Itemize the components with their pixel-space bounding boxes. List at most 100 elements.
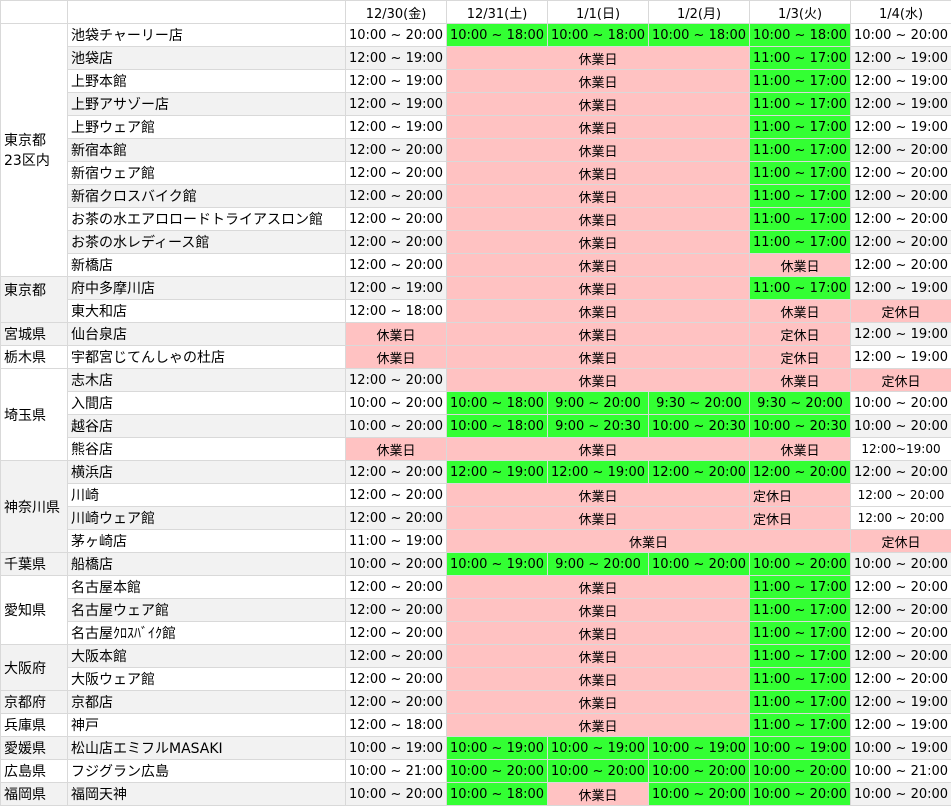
store-name: お茶の水レディース館: [67, 230, 346, 254]
hours-cell: 10:00 ~ 19:00: [749, 736, 851, 760]
store-name: 神戸: [67, 713, 346, 737]
hours-cell: 12:00 ~ 20:00: [345, 598, 447, 622]
closed-cell: 休業日: [749, 299, 851, 323]
closed-cell: 休業日: [345, 322, 447, 346]
closed-cell: 休業日: [446, 115, 750, 139]
hours-cell: 11:00 ~ 17:00: [749, 644, 851, 668]
hours-cell: 12:00 ~ 20:00: [345, 667, 447, 691]
closed-cell: 休業日: [446, 667, 750, 691]
table-row: 池袋店 12:00 ~ 19:00 休業日 11:00 ~ 17:00 12:0…: [1, 46, 951, 70]
hours-cell: 10:00 ~ 20:30: [648, 414, 750, 438]
hours-cell: 9:00 ~ 20:00: [547, 391, 649, 415]
prefecture-cell: 宮城県: [0, 322, 68, 346]
hours-cell: 12:00 ~ 20:00: [850, 621, 951, 645]
hours-cell: 10:00 ~ 20:00: [850, 782, 951, 806]
hours-cell: 12:00 ~ 20:00: [345, 575, 447, 599]
hours-cell: 12:00 ~ 19:00: [850, 115, 951, 139]
store-name: お茶の水エアロロードトライアスロン館: [67, 207, 346, 231]
prefecture-cell: 愛媛県: [0, 736, 68, 760]
store-name: フジグラン広島: [67, 759, 346, 783]
store-name: 川崎: [67, 483, 346, 507]
store-name: 宇都宮じてんしゃの杜店: [67, 345, 346, 369]
closed-cell: 定休日: [749, 506, 851, 530]
hours-cell: 10:00 ~ 19:00: [850, 736, 951, 760]
hours-cell: 12:00 ~ 20:00: [345, 483, 447, 507]
store-name: 名古屋本館: [67, 575, 346, 599]
hours-cell: 11:00 ~ 17:00: [749, 69, 851, 93]
hours-cell: 9:00 ~ 20:00: [547, 552, 649, 576]
table-row: 広島県 フジグラン広島 10:00 ~ 21:00 10:00 ~ 20:00 …: [0, 759, 951, 783]
hours-cell: 12:00 ~ 19:00: [850, 713, 951, 737]
store-name: 川崎ウェア館: [67, 506, 346, 530]
hours-cell: 11:00 ~ 17:00: [749, 276, 851, 300]
closed-cell: 定休日: [850, 529, 951, 553]
prefecture-cell: 千葉県: [0, 552, 68, 576]
hours-cell: 10:00 ~ 20:00: [749, 782, 851, 806]
hours-cell: 12:00 ~ 18:00: [345, 299, 447, 323]
store-name: 新宿クロスバイク館: [67, 184, 346, 208]
closed-cell: 休業日: [446, 322, 750, 346]
hours-cell: 10:00 ~ 20:00: [850, 23, 951, 47]
store-name: 入間店: [67, 391, 346, 415]
store-name: 東大和店: [67, 299, 346, 323]
hours-cell: 10:00 ~ 18:00: [648, 23, 750, 47]
hours-cell: 12:00 ~ 19:00: [345, 276, 447, 300]
header-blank: [67, 0, 346, 24]
hours-cell: 12:00 ~ 20:00: [850, 575, 951, 599]
prefecture-cell: 東京都 23区内: [0, 23, 68, 277]
store-name: 上野アサゾー店: [67, 92, 346, 116]
closed-cell: 休業日: [446, 483, 750, 507]
hours-cell: 11:00 ~ 17:00: [749, 575, 851, 599]
hours-cell: 10:00 ~ 20:00: [345, 552, 447, 576]
store-name: 船橋店: [67, 552, 346, 576]
closed-cell: 休業日: [446, 345, 750, 369]
store-name: 仙台泉店: [67, 322, 346, 346]
closed-cell: 休業日: [749, 437, 851, 461]
closed-cell: 休業日: [446, 368, 750, 392]
hours-cell: 12:00 ~ 20:00: [345, 621, 447, 645]
store-name: 越谷店: [67, 414, 346, 438]
hours-cell: 10:00 ~ 18:00: [446, 391, 548, 415]
table-row: 大阪府 大阪本館 12:00 ~ 20:00 休業日 11:00 ~ 17:00…: [0, 644, 951, 691]
hours-cell: 10:00 ~ 20:00: [648, 759, 750, 783]
hours-cell: 11:00 ~ 17:00: [749, 207, 851, 231]
table-row: お茶の水レディース館 12:00 ~ 20:00 休業日 11:00 ~ 17:…: [1, 230, 951, 254]
table-row: 千葉県 船橋店 10:00 ~ 20:00 10:00 ~ 19:00 9:00…: [0, 552, 951, 576]
hours-cell: 12:00 ~ 20:00: [345, 690, 447, 714]
hours-cell: 12:00 ~ 18:00: [345, 713, 447, 737]
hours-cell: 10:00 ~ 19:00: [648, 736, 750, 760]
store-name: 池袋店: [67, 46, 346, 70]
closed-cell: 休業日: [446, 207, 750, 231]
closed-cell: 休業日: [446, 46, 750, 70]
closed-cell: 休業日: [446, 575, 750, 599]
closed-cell: 休業日: [446, 184, 750, 208]
header-blank: [0, 0, 68, 24]
hours-cell: 10:00 ~ 18:00: [446, 414, 548, 438]
store-name: 府中多摩川店: [67, 276, 346, 300]
hours-cell: 12:00 ~ 19:00: [345, 115, 447, 139]
store-name: 新橋店: [67, 253, 346, 277]
table-row: 茅ヶ崎店 11:00 ~ 19:00 休業日 定休日: [1, 529, 951, 553]
hours-cell: 10:00 ~ 18:00: [749, 23, 851, 47]
hours-cell: 11:00 ~ 17:00: [749, 115, 851, 139]
hours-cell: 10:00 ~ 20:00: [850, 391, 951, 415]
table-row: 東京都 23区内 池袋チャーリー店 10:00 ~ 20:00 10:00 ~ …: [0, 23, 951, 277]
store-name: 福岡天神: [67, 782, 346, 806]
hours-cell: 10:00 ~ 19:00: [446, 552, 548, 576]
date-header: 1/1(日): [547, 0, 649, 24]
hours-cell: 12:00 ~ 20:00: [345, 368, 447, 392]
hours-cell: 10:00 ~ 20:00: [345, 23, 447, 47]
hours-cell: 10:00 ~ 18:00: [446, 23, 548, 47]
hours-cell: 9:30 ~ 20:00: [648, 391, 750, 415]
hours-cell: 10:00 ~ 20:00: [749, 759, 851, 783]
table-row: 兵庫県 神戸 12:00 ~ 18:00 休業日 11:00 ~ 17:00 1…: [0, 713, 951, 737]
hours-cell: 11:00 ~ 17:00: [749, 667, 851, 691]
hours-cell: 10:00 ~ 19:00: [345, 736, 447, 760]
hours-cell: 10:00 ~ 19:00: [547, 736, 649, 760]
store-name: 松山店エミフルMASAKI: [67, 736, 346, 760]
closed-cell: 休業日: [446, 437, 750, 461]
closed-cell: 休業日: [446, 230, 750, 254]
hours-cell: 12:00 ~ 19:00: [345, 92, 447, 116]
hours-cell: 10:00 ~ 18:00: [547, 23, 649, 47]
hours-cell: 12:00 ~ 20:00: [850, 230, 951, 254]
